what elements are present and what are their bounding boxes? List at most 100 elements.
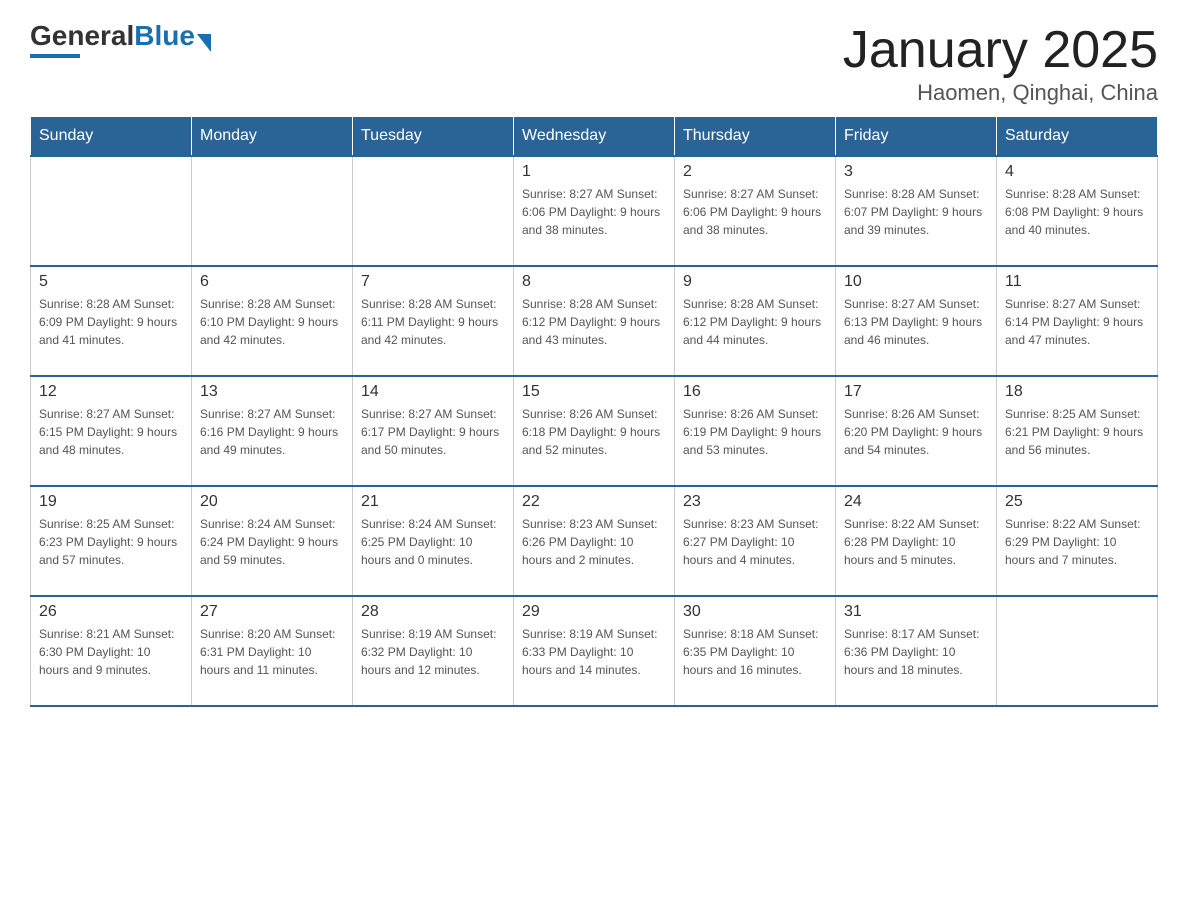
calendar-cell: 10 Sunrise: 8:27 AM Sunset: 6:13 PM Dayli… — [836, 266, 997, 376]
day-number: 1 — [522, 163, 666, 181]
calendar-cell: 15 Sunrise: 8:26 AM Sunset: 6:18 PM Dayli… — [514, 376, 675, 486]
day-info: Sunrise: 8:17 AM Sunset: 6:36 PM Dayligh… — [844, 625, 988, 679]
day-number: 19 — [39, 493, 183, 511]
day-number: 17 — [844, 383, 988, 401]
calendar-cell: 18 Sunrise: 8:25 AM Sunset: 6:21 PM Dayli… — [997, 376, 1158, 486]
day-number: 7 — [361, 273, 505, 291]
day-info: Sunrise: 8:27 AM Sunset: 6:13 PM Dayligh… — [844, 295, 988, 349]
day-number: 11 — [1005, 273, 1149, 291]
calendar-cell: 2Sunrise: 8:27 AM Sunset: 6:06 PM Daylig… — [675, 156, 836, 266]
day-number: 21 — [361, 493, 505, 511]
calendar-week-2: 5 Sunrise: 8:28 AM Sunset: 6:09 PM Daylig… — [31, 266, 1158, 376]
logo-triangle-icon — [197, 34, 211, 52]
day-number: 24 — [844, 493, 988, 511]
header-thursday: Thursday — [675, 117, 836, 157]
header-tuesday: Tuesday — [353, 117, 514, 157]
day-number: 27 — [200, 603, 344, 621]
calendar-cell: 7 Sunrise: 8:28 AM Sunset: 6:11 PM Daylig… — [353, 266, 514, 376]
day-info: Sunrise: 8:24 AM Sunset: 6:25 PM Dayligh… — [361, 515, 505, 569]
calendar-cell: 28 Sunrise: 8:19 AM Sunset: 6:32 PM Dayli… — [353, 596, 514, 706]
day-number: 12 — [39, 383, 183, 401]
day-info: Sunrise: 8:28 AM Sunset: 6:11 PM Dayligh… — [361, 295, 505, 349]
day-number: 3 — [844, 163, 988, 181]
calendar-cell: 8 Sunrise: 8:28 AM Sunset: 6:12 PM Daylig… — [514, 266, 675, 376]
calendar-cell: 12Sunrise: 8:27 AM Sunset: 6:15 PM Dayli… — [31, 376, 192, 486]
day-info: Sunrise: 8:22 AM Sunset: 6:29 PM Dayligh… — [1005, 515, 1149, 569]
calendar-cell: 9 Sunrise: 8:28 AM Sunset: 6:12 PM Daylig… — [675, 266, 836, 376]
calendar-subtitle: Haomen, Qinghai, China — [843, 80, 1158, 106]
day-number: 31 — [844, 603, 988, 621]
calendar-cell: 3 Sunrise: 8:28 AM Sunset: 6:07 PM Daylig… — [836, 156, 997, 266]
calendar-cell: 19 Sunrise: 8:25 AM Sunset: 6:23 PM Dayli… — [31, 486, 192, 596]
calendar-cell: 20Sunrise: 8:24 AM Sunset: 6:24 PM Dayli… — [192, 486, 353, 596]
calendar-cell — [31, 156, 192, 266]
calendar-header-row: SundayMondayTuesdayWednesdayThursdayFrid… — [31, 117, 1158, 157]
logo: General Blue — [30, 20, 211, 58]
day-number: 14 — [361, 383, 505, 401]
calendar-week-3: 12Sunrise: 8:27 AM Sunset: 6:15 PM Dayli… — [31, 376, 1158, 486]
day-number: 8 — [522, 273, 666, 291]
calendar-cell: 24Sunrise: 8:22 AM Sunset: 6:28 PM Dayli… — [836, 486, 997, 596]
header-monday: Monday — [192, 117, 353, 157]
day-info: Sunrise: 8:18 AM Sunset: 6:35 PM Dayligh… — [683, 625, 827, 679]
calendar-week-5: 26 Sunrise: 8:21 AM Sunset: 6:30 PM Dayli… — [31, 596, 1158, 706]
calendar-cell: 13Sunrise: 8:27 AM Sunset: 6:16 PM Dayli… — [192, 376, 353, 486]
calendar-week-4: 19 Sunrise: 8:25 AM Sunset: 6:23 PM Dayli… — [31, 486, 1158, 596]
day-info: Sunrise: 8:26 AM Sunset: 6:18 PM Dayligh… — [522, 405, 666, 459]
day-info: Sunrise: 8:28 AM Sunset: 6:12 PM Dayligh… — [683, 295, 827, 349]
day-number: 25 — [1005, 493, 1149, 511]
day-number: 28 — [361, 603, 505, 621]
calendar-cell: 25 Sunrise: 8:22 AM Sunset: 6:29 PM Dayli… — [997, 486, 1158, 596]
day-info: Sunrise: 8:21 AM Sunset: 6:30 PM Dayligh… — [39, 625, 183, 679]
day-number: 26 — [39, 603, 183, 621]
day-number: 5 — [39, 273, 183, 291]
calendar-table: SundayMondayTuesdayWednesdayThursdayFrid… — [30, 116, 1158, 707]
day-info: Sunrise: 8:25 AM Sunset: 6:21 PM Dayligh… — [1005, 405, 1149, 459]
day-info: Sunrise: 8:27 AM Sunset: 6:17 PM Dayligh… — [361, 405, 505, 459]
header-sunday: Sunday — [31, 117, 192, 157]
calendar-week-1: 1 Sunrise: 8:27 AM Sunset: 6:06 PM Daylig… — [31, 156, 1158, 266]
day-info: Sunrise: 8:23 AM Sunset: 6:27 PM Dayligh… — [683, 515, 827, 569]
calendar-cell — [997, 596, 1158, 706]
day-info: Sunrise: 8:28 AM Sunset: 6:08 PM Dayligh… — [1005, 185, 1149, 239]
day-info: Sunrise: 8:26 AM Sunset: 6:19 PM Dayligh… — [683, 405, 827, 459]
day-info: Sunrise: 8:28 AM Sunset: 6:10 PM Dayligh… — [200, 295, 344, 349]
calendar-cell: 4 Sunrise: 8:28 AM Sunset: 6:08 PM Daylig… — [997, 156, 1158, 266]
logo-blue: Blue — [134, 20, 195, 52]
logo-underline — [30, 54, 80, 58]
calendar-title: January 2025 — [843, 20, 1158, 80]
day-info: Sunrise: 8:26 AM Sunset: 6:20 PM Dayligh… — [844, 405, 988, 459]
calendar-cell: 23Sunrise: 8:23 AM Sunset: 6:27 PM Dayli… — [675, 486, 836, 596]
day-number: 18 — [1005, 383, 1149, 401]
day-number: 30 — [683, 603, 827, 621]
day-info: Sunrise: 8:27 AM Sunset: 6:14 PM Dayligh… — [1005, 295, 1149, 349]
day-info: Sunrise: 8:27 AM Sunset: 6:06 PM Dayligh… — [683, 185, 827, 239]
day-info: Sunrise: 8:27 AM Sunset: 6:06 PM Dayligh… — [522, 185, 666, 239]
day-info: Sunrise: 8:28 AM Sunset: 6:09 PM Dayligh… — [39, 295, 183, 349]
day-info: Sunrise: 8:23 AM Sunset: 6:26 PM Dayligh… — [522, 515, 666, 569]
calendar-cell: 11 Sunrise: 8:27 AM Sunset: 6:14 PM Dayli… — [997, 266, 1158, 376]
calendar-cell: 16Sunrise: 8:26 AM Sunset: 6:19 PM Dayli… — [675, 376, 836, 486]
day-number: 10 — [844, 273, 988, 291]
header-saturday: Saturday — [997, 117, 1158, 157]
calendar-cell: 30 Sunrise: 8:18 AM Sunset: 6:35 PM Dayli… — [675, 596, 836, 706]
header-wednesday: Wednesday — [514, 117, 675, 157]
calendar-cell: 14 Sunrise: 8:27 AM Sunset: 6:17 PM Dayli… — [353, 376, 514, 486]
day-info: Sunrise: 8:28 AM Sunset: 6:12 PM Dayligh… — [522, 295, 666, 349]
day-number: 22 — [522, 493, 666, 511]
calendar-cell — [353, 156, 514, 266]
day-info: Sunrise: 8:19 AM Sunset: 6:32 PM Dayligh… — [361, 625, 505, 679]
day-number: 15 — [522, 383, 666, 401]
day-info: Sunrise: 8:25 AM Sunset: 6:23 PM Dayligh… — [39, 515, 183, 569]
calendar-cell: 1 Sunrise: 8:27 AM Sunset: 6:06 PM Daylig… — [514, 156, 675, 266]
calendar-cell: 29Sunrise: 8:19 AM Sunset: 6:33 PM Dayli… — [514, 596, 675, 706]
day-info: Sunrise: 8:28 AM Sunset: 6:07 PM Dayligh… — [844, 185, 988, 239]
day-number: 9 — [683, 273, 827, 291]
logo-general: General — [30, 20, 134, 52]
calendar-cell: 6Sunrise: 8:28 AM Sunset: 6:10 PM Daylig… — [192, 266, 353, 376]
calendar-cell: 22 Sunrise: 8:23 AM Sunset: 6:26 PM Dayli… — [514, 486, 675, 596]
calendar-cell: 17 Sunrise: 8:26 AM Sunset: 6:20 PM Dayli… — [836, 376, 997, 486]
day-number: 4 — [1005, 163, 1149, 181]
calendar-cell: 31 Sunrise: 8:17 AM Sunset: 6:36 PM Dayli… — [836, 596, 997, 706]
page-header: General Blue January 2025 Haomen, Qingha… — [30, 20, 1158, 106]
